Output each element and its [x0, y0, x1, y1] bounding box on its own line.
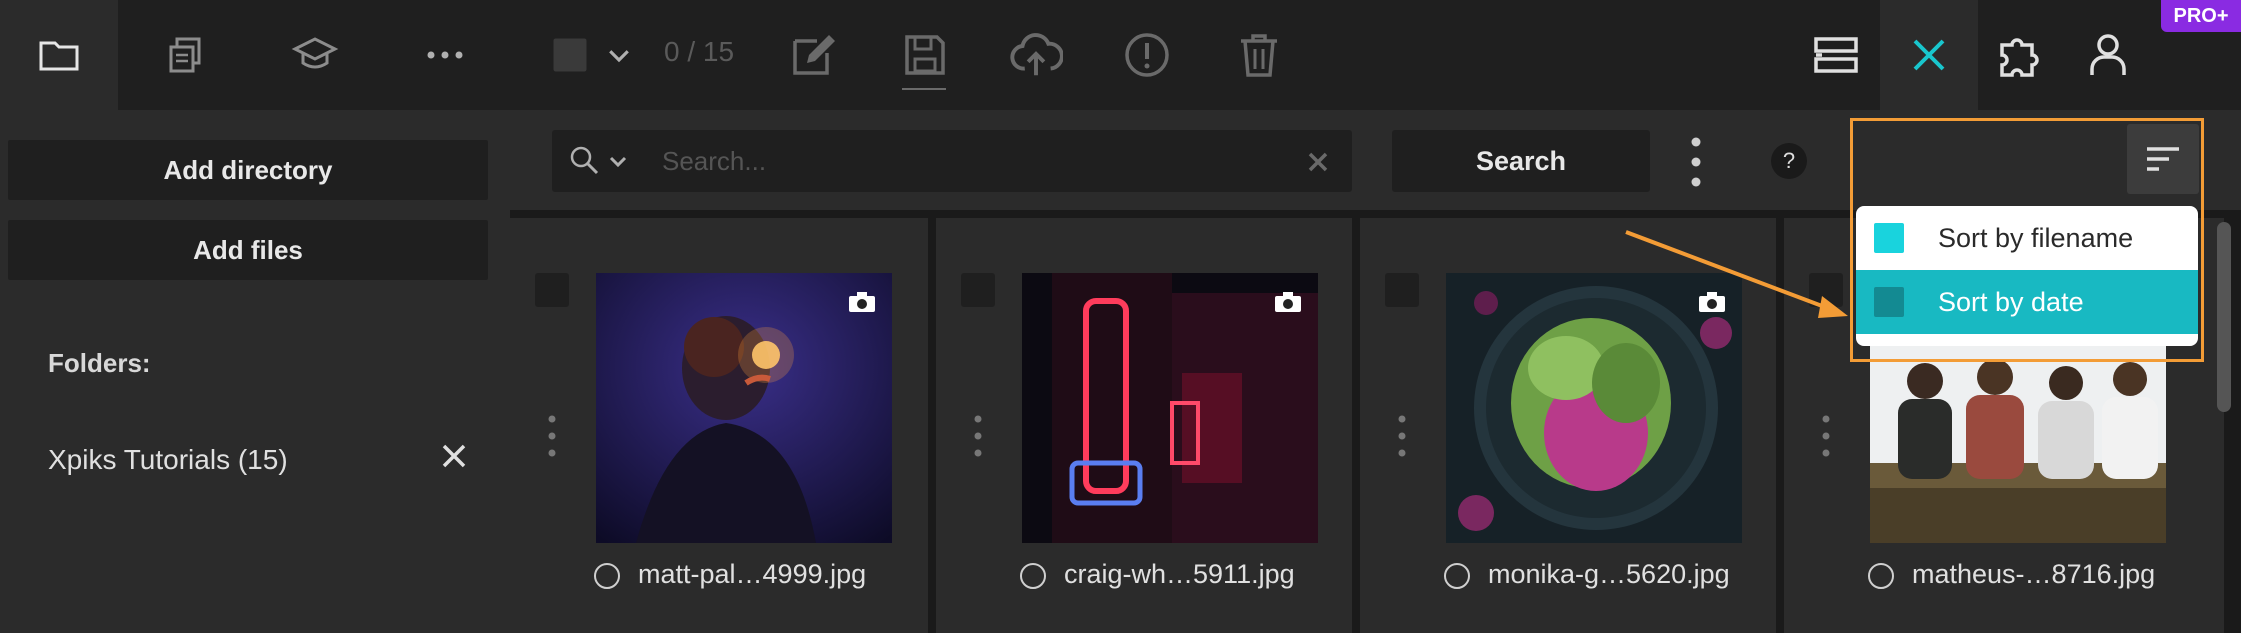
folder-icon	[39, 41, 79, 71]
search-input-box[interactable]: Search...	[552, 130, 1352, 192]
search-options-kebab-icon[interactable]	[1686, 134, 1706, 190]
close-button[interactable]	[1880, 0, 1978, 110]
select-all-checkbox[interactable]	[550, 0, 590, 110]
copy-icon	[169, 37, 201, 73]
account-button[interactable]	[2078, 0, 2138, 110]
layout-button[interactable]	[1806, 0, 1866, 110]
cloud-upload-icon	[1010, 33, 1063, 76]
folder-tab-button[interactable]	[0, 0, 118, 110]
file-radio[interactable]	[1444, 563, 1470, 589]
file-name: monika-g…5620.jpg	[1488, 559, 1730, 589]
file-card[interactable]: monika-g…5620.jpg	[1360, 218, 1776, 633]
chevron-down-icon	[609, 50, 629, 63]
help-button[interactable]: ?	[1771, 143, 1807, 179]
sidebar: Add directory Add files Folders: Xpiks T…	[0, 110, 508, 633]
duplicate-tab-button[interactable]	[140, 0, 230, 110]
file-name: craig-wh…5911.jpg	[1064, 559, 1295, 589]
more-dots-icon	[427, 51, 463, 59]
file-checkbox[interactable]	[961, 273, 995, 307]
sort-by-date-label: Sort by date	[1938, 286, 2084, 317]
save-underline	[902, 88, 946, 90]
file-radio[interactable]	[1868, 563, 1894, 589]
sort-menu: Sort by filename Sort by date	[1856, 206, 2198, 346]
pro-badge[interactable]: PRO+	[2161, 0, 2241, 32]
learn-tab-button[interactable]	[270, 0, 360, 110]
user-icon	[2090, 34, 2126, 75]
save-icon	[905, 35, 945, 75]
chevron-down-icon[interactable]	[608, 152, 628, 172]
file-menu-kebab-icon[interactable]	[1396, 414, 1408, 458]
folders-label: Folders:	[48, 348, 151, 378]
camera-icon	[1699, 292, 1725, 312]
remove-folder-icon[interactable]	[438, 440, 470, 472]
file-checkbox[interactable]	[535, 273, 569, 307]
add-directory-button[interactable]: Add directory	[8, 140, 488, 200]
search-button[interactable]: Search	[1392, 130, 1650, 192]
sort-filename-swatch	[1874, 223, 1904, 253]
vertical-scrollbar[interactable]	[2217, 222, 2231, 412]
file-thumbnail[interactable]	[1022, 273, 1318, 543]
list-layout-icon	[1814, 37, 1858, 73]
checkbox-icon	[553, 38, 587, 72]
upload-button[interactable]	[1006, 0, 1066, 110]
add-files-button[interactable]: Add files	[8, 220, 488, 280]
trash-icon	[1241, 34, 1277, 77]
file-thumbnail[interactable]	[1446, 273, 1742, 543]
camera-icon	[849, 292, 875, 312]
file-checkbox[interactable]	[1809, 273, 1843, 307]
edit-icon	[793, 35, 835, 75]
file-name: matheus-…8716.jpg	[1912, 559, 2156, 589]
folder-item[interactable]: Xpiks Tutorials (15)	[48, 444, 288, 476]
file-menu-kebab-icon[interactable]	[546, 414, 558, 458]
file-thumbnail[interactable]	[596, 273, 892, 543]
sort-by-filename-label: Sort by filename	[1938, 222, 2134, 253]
puzzle-icon	[2000, 38, 2039, 77]
file-menu-kebab-icon[interactable]	[1820, 414, 1832, 458]
graduation-cap-icon	[291, 37, 339, 69]
select-dropdown-button[interactable]	[604, 0, 634, 110]
top-toolbar: 0 / 15 PRO+	[0, 0, 2241, 110]
info-button[interactable]	[1120, 0, 1174, 110]
camera-icon	[1275, 292, 1301, 312]
file-name: matt-pal…4999.jpg	[638, 559, 867, 589]
file-card[interactable]: matt-pal…4999.jpg	[510, 218, 928, 633]
info-icon	[1125, 33, 1169, 77]
file-card[interactable]: craig-wh…5911.jpg	[936, 218, 1352, 633]
file-menu-kebab-icon[interactable]	[972, 414, 984, 458]
edit-button[interactable]	[786, 0, 840, 110]
clear-search-icon[interactable]	[1306, 150, 1330, 174]
save-button[interactable]	[898, 0, 952, 110]
search-input[interactable]: Search...	[662, 146, 766, 177]
plugins-button[interactable]	[1988, 0, 2048, 110]
file-radio[interactable]	[1020, 563, 1046, 589]
file-checkbox[interactable]	[1385, 273, 1419, 307]
more-tab-button[interactable]	[400, 0, 490, 110]
file-radio[interactable]	[594, 563, 620, 589]
search-icon[interactable]	[568, 144, 600, 176]
close-icon	[1913, 39, 1945, 71]
sort-date-swatch	[1874, 287, 1904, 317]
sort-by-filename-item[interactable]: Sort by filename	[1856, 206, 2198, 270]
selection-counter: 0 / 15	[664, 36, 735, 67]
delete-button[interactable]	[1232, 0, 1286, 110]
sort-by-date-item[interactable]: Sort by date	[1856, 270, 2198, 334]
